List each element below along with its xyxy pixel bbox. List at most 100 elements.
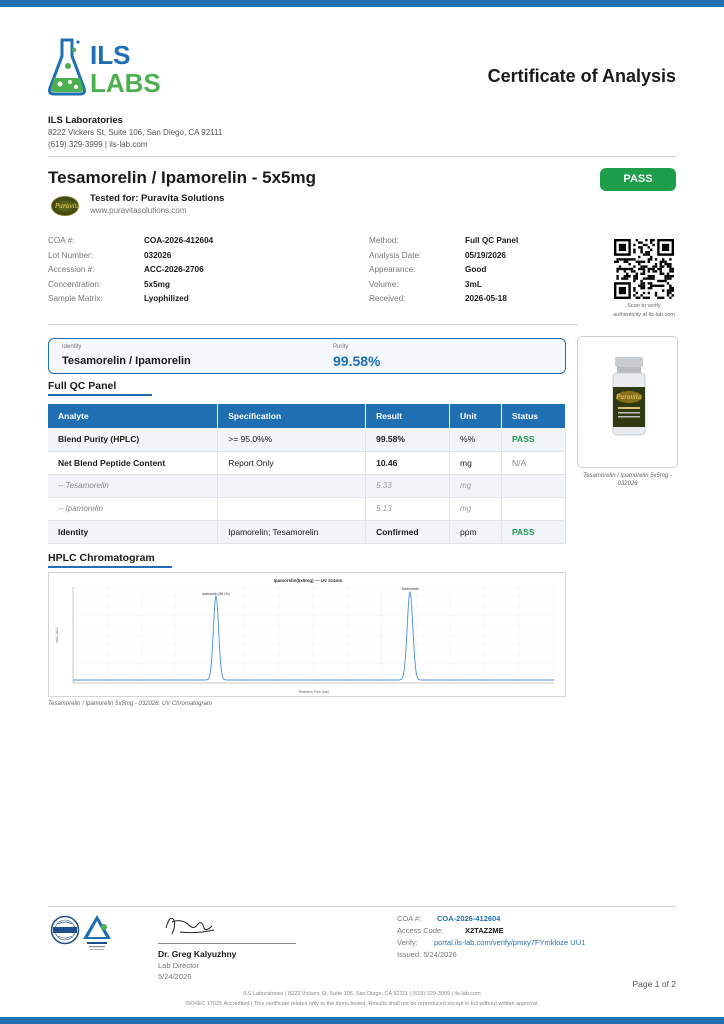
uv-trace — [73, 590, 554, 681]
cell-spec: Ipamorelin; Tesamorelin — [217, 520, 367, 544]
chromatogram-caption: Tesamorelin / Ipamorelin 5x5mg - 032026:… — [48, 701, 212, 707]
cell-unit: mg — [449, 451, 503, 475]
issued-date: Issued: 5/24/2026 — [397, 950, 457, 959]
signer-date: 5/24/2026 — [158, 972, 192, 981]
verify-label: Verify: — [397, 938, 418, 947]
divider — [48, 156, 676, 157]
qr-caption: Scan to verify authenticity at ils-lab.c… — [613, 303, 675, 318]
signature-image — [165, 917, 215, 935]
purity-value: 99.58% — [333, 353, 381, 369]
cell-unit: mg — [449, 497, 503, 521]
y-axis-label: mAU (AU) — [55, 627, 59, 642]
coa-number: COA-2026-412604 — [437, 914, 501, 923]
ils-labs-logo: ILS LABS — [48, 38, 161, 96]
verify-link[interactable]: portal.ils-lab.com/verify/pmxy7FYmkloze … — [434, 937, 585, 949]
svg-text:LABS: LABS — [90, 68, 161, 96]
section-underline — [48, 394, 152, 396]
client-url[interactable]: www.puravitasolutions.com — [90, 206, 186, 215]
cell-result: 99.58% — [365, 428, 451, 452]
lab-contact: (619) 329-3999 | ils-lab.com — [48, 140, 148, 149]
chart-grid — [72, 586, 554, 684]
signer-role: Lab Director — [158, 961, 199, 970]
cell-unit: %% — [449, 428, 503, 452]
cell-result: 5.33 — [365, 474, 451, 498]
ilac-mra-seal — [50, 915, 80, 945]
lab-address: 8222 Vickers St, Suite 106, San Diego, C… — [48, 128, 223, 137]
col-header-analyte: Analyte — [48, 404, 219, 428]
table-row: Blend Purity (HPLC) >= 95.0%% 99.58% %% … — [48, 428, 566, 452]
meta-row-appearance: Appearance: Good — [369, 265, 487, 274]
cell-spec: Report Only — [217, 451, 367, 475]
cell-status: PASS — [501, 520, 566, 544]
cell-result: 10.46 — [365, 451, 451, 475]
summary-box: Identity Tesamorelin / Ipamorelin Purity… — [48, 338, 566, 374]
peak-label-tesamorelin: Tesamorelin — [401, 587, 419, 591]
qc-results-table: Analyte Specification Result Unit Status… — [48, 404, 566, 544]
hplc-title: HPLC Chromatogram — [48, 552, 155, 564]
meta-left: COA #: COA-2026-412604 Lot Number: 032026 … — [48, 234, 213, 307]
footer-divider — [48, 906, 676, 907]
document-title: Certificate of Analysis — [487, 66, 676, 86]
cell-result: Confirmed — [365, 520, 451, 544]
bottom-accent-bar — [0, 1017, 724, 1024]
lab-name: ILS Laboratories — [48, 115, 123, 126]
cell-unit: ppm — [449, 520, 503, 544]
cell-analyte: Identity — [48, 520, 219, 544]
meta-row-concentration: Concentration: 5x5mg — [48, 279, 170, 289]
lab-info: ILS Laboratories 8222 Vickers St, Suite … — [48, 114, 222, 151]
meta-row-coa: COA #: COA-2026-412604 — [48, 236, 214, 245]
purity-label: Purity — [333, 344, 349, 350]
signature-line — [158, 943, 296, 944]
table-header-row: Analyte Specification Result Unit Status — [48, 404, 566, 428]
cell-unit: mg — [449, 474, 503, 498]
table-row: Net Blend Peptide Content Report Only 10… — [48, 451, 566, 475]
product-title: Tesamorelin / Ipamorelin - 5x5mg — [48, 168, 316, 187]
col-header-unit: Unit — [449, 404, 503, 428]
meta-row-lot: Lot Number: 032026 — [48, 250, 172, 260]
product-photo: Puravita — [577, 336, 678, 468]
meta-row-volume: Volume: 3mL — [369, 279, 482, 289]
client-logo: Puravita — [51, 196, 81, 216]
signer-name: Dr. Greg Kalyuzhny — [158, 949, 237, 959]
cell-spec: >= 95.0%% — [217, 428, 367, 452]
table-row: Identity Ipamorelin; Tesamorelin Confirm… — [48, 520, 566, 544]
cell-analyte: Blend Purity (HPLC) — [48, 428, 219, 452]
col-header-result: Result — [365, 404, 451, 428]
tested-for: Tested for: Puravita Solutions — [90, 193, 225, 204]
col-header-specification: Specification — [217, 404, 367, 428]
chromatogram-panel: Ipamorelin(5x5mg) — UV 214nm Ipamorelin … — [48, 572, 566, 697]
meta-row-received: Received: 2026-05-18 — [369, 294, 507, 303]
cell-status: PASS — [501, 428, 566, 452]
signer-block: Dr. Greg Kalyuzhny Lab Director 5/24/202… — [158, 949, 236, 982]
chromatogram-chart: Ipamorelin(5x5mg) — UV 214nm Ipamorelin … — [55, 578, 554, 694]
page-number: Page 1 of 2 — [632, 979, 676, 989]
svg-text:ILS: ILS — [90, 40, 130, 70]
peak-label-ipamorelin: Ipamorelin (85.1%) — [202, 592, 230, 596]
identity-value: Tesamorelin / Ipamorelin — [62, 355, 191, 367]
meta-right: Method: Full QC Panel Analysis Date: 05/19… — [369, 234, 518, 307]
pjla-accreditation-seal — [83, 915, 111, 950]
cell-analyte: -- Tesamorelin — [48, 474, 219, 498]
coa-label: COA #: — [397, 914, 422, 923]
meta-row-analysis-date: Analysis Date: 05/19/2026 — [369, 250, 506, 260]
svg-text:Puravita: Puravita — [615, 394, 642, 401]
vial-image: Puravita — [612, 357, 646, 436]
qr-code[interactable] — [614, 239, 674, 299]
footer-address: ILS Laboratories | 8222 Vickers St, Suit… — [243, 991, 481, 997]
top-accent-bar — [0, 0, 724, 7]
table-row: -- Ipamorelin 5.13 mg — [48, 497, 566, 521]
footer-disclaimer: ISO/IEC 17025 Accredited | This certific… — [185, 1001, 539, 1007]
divider — [48, 324, 578, 325]
cell-result: 5.13 — [365, 497, 451, 521]
access-code: X2TAZ2ME — [465, 926, 504, 935]
section-underline — [48, 566, 172, 568]
cell-status — [501, 497, 566, 521]
qc-panel-title: Full QC Panel — [48, 380, 117, 392]
x-axis-label: Retention Time (min) — [299, 690, 330, 694]
cell-status: N/A — [501, 451, 566, 475]
meta-row-matrix: Sample Matrix: Lyophilized — [48, 294, 189, 303]
meta-row-method: Method: Full QC Panel — [369, 236, 519, 245]
access-code-label: Access Code: — [397, 926, 444, 935]
vial-caption: Tesamorelin / Ipamorelin 5x5mg - 032026 — [583, 473, 672, 487]
cell-spec — [217, 474, 367, 498]
